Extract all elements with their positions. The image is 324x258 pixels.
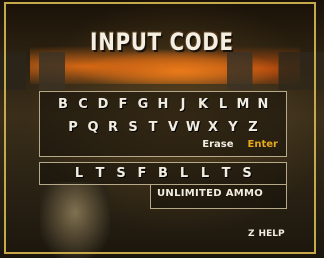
help-prompt[interactable]: Z HELP [248,229,285,239]
key[interactable]: Y [223,120,243,135]
key[interactable]: Q [83,120,103,135]
key[interactable]: N [253,97,273,112]
code-result-panel: UNLIMITED AMMO [150,185,287,209]
enter-button[interactable]: Enter [248,139,278,150]
code-letter: T [221,166,231,181]
key[interactable]: X [203,120,223,135]
key[interactable]: V [163,120,183,135]
key[interactable]: Z [243,120,263,135]
key[interactable]: J [173,97,193,112]
key[interactable]: T [143,120,163,135]
key[interactable]: B [53,97,73,112]
code-letter: S [242,166,252,181]
key[interactable]: W [183,120,203,135]
key[interactable]: L [213,97,233,112]
keyboard-actions: Erase Enter [202,139,278,150]
erase-button[interactable]: Erase [202,139,233,150]
code-letters: L T S F B L L T S [40,166,286,181]
screen-title: INPUT CODE [90,28,234,56]
key[interactable]: F [113,97,133,112]
code-entry-field[interactable]: L T S F B L L T S [39,162,287,185]
code-letter: L [179,166,189,181]
keyboard-row-2: P Q R S T V W X Y Z [40,120,286,135]
code-letter: L [200,166,210,181]
keyboard-row-1: B C D F G H J K L M N [40,97,286,112]
code-letter: S [116,166,126,181]
key[interactable]: P [63,120,83,135]
letter-keyboard: B C D F G H J K L M N P Q R S T V W X Y … [39,91,287,157]
key[interactable]: S [123,120,143,135]
key[interactable]: C [73,97,93,112]
game-screen: INPUT CODE B C D F G H J K L M N P Q R S… [0,0,324,258]
key[interactable]: R [103,120,123,135]
key[interactable]: G [133,97,153,112]
code-letter: T [95,166,105,181]
help-button-glyph: Z [248,229,255,239]
help-label: HELP [258,229,285,239]
key[interactable]: M [233,97,253,112]
code-letter: L [74,166,84,181]
code-result-text: UNLIMITED AMMO [157,188,264,199]
key[interactable]: H [153,97,173,112]
code-letter: B [158,166,168,181]
key[interactable]: D [93,97,113,112]
key[interactable]: K [193,97,213,112]
code-letter: F [137,166,147,181]
